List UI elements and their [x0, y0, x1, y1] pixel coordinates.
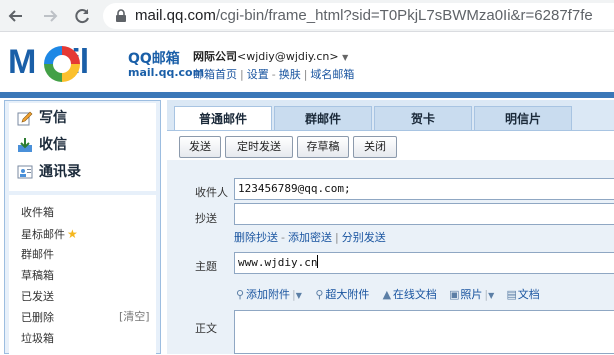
link-mail-home[interactable]: 邮箱首页: [193, 68, 237, 81]
qqmail-logo[interactable]: Mil QQ邮箱 mail.qq.com: [8, 42, 204, 86]
close-button[interactable]: 关闭: [353, 136, 397, 158]
attachment-toolbar: ⚲ 添加附件 |▼ ⚲ 超大附件 ▲ 在线文档 ▣照片 |▼ ▤文档: [234, 286, 548, 304]
chevron-down-icon: ▼: [295, 291, 302, 300]
pencil-icon: [17, 111, 33, 126]
logo-brand: QQ邮箱: [128, 51, 180, 67]
link-settings[interactable]: 设置: [247, 68, 269, 81]
address-bar[interactable]: mail.qq.com/cgi-bin/frame_html?sid=T0Pkj…: [103, 3, 614, 29]
header-links: 邮箱首页 | 设置 - 换肤 | 域名邮箱: [193, 68, 355, 81]
tab-group-mail[interactable]: 群邮件: [274, 106, 372, 130]
compose-tabs: 普通邮件 群邮件 贺卡 明信片: [167, 100, 614, 130]
sidebar-main-nav: 写信 收信 通讯录: [9, 103, 156, 191]
large-clip-icon: ⚲: [315, 288, 324, 301]
remove-cc-link[interactable]: 删除抄送: [234, 231, 278, 244]
to-label: 收件人: [195, 186, 228, 199]
folder-drafts[interactable]: 草稿箱: [21, 266, 54, 286]
folder-group[interactable]: 群邮件: [21, 245, 54, 265]
compose-form: 收件人 123456789@qq.com; 抄送 删除抄送 - 添加密送 | 分别发送 …: [167, 160, 614, 354]
photo-icon: ▣: [449, 288, 460, 301]
document-icon: ▤: [506, 288, 517, 301]
forward-arrow-icon[interactable]: [40, 6, 60, 26]
folder-list: 收件箱 星标邮件 ★ 群邮件 草稿箱 已发送 已删除 垃圾箱 [清空]: [9, 195, 156, 355]
sidebar: 写信 收信 通讯录 收件箱 星标邮件 ★ 群邮件 草稿箱 已发送 已删除 垃圾箱 …: [4, 100, 161, 355]
back-arrow-icon[interactable]: [6, 6, 26, 26]
tab-normal-mail[interactable]: 普通邮件: [174, 106, 272, 130]
sidebar-item-label: 收信: [39, 137, 67, 153]
tab-greeting-card[interactable]: 贺卡: [374, 106, 472, 130]
cc-field[interactable]: [234, 203, 614, 225]
account-email: <wjdiy@wjdiy.cn>: [237, 50, 339, 63]
separate-send-link[interactable]: 分别发送: [342, 231, 386, 244]
inbox-download-icon: [18, 138, 32, 152]
folder-sent[interactable]: 已发送: [21, 287, 54, 307]
sidebar-item-label: 写信: [39, 110, 67, 126]
save-draft-button[interactable]: 存草稿: [297, 136, 349, 158]
folder-spam[interactable]: 垃圾箱: [21, 329, 54, 349]
folder-starred[interactable]: 星标邮件 ★: [21, 224, 78, 244]
online-doc-button[interactable]: ▲ 在线文档: [381, 286, 437, 302]
body-editor[interactable]: [234, 310, 614, 354]
photo-button[interactable]: ▣照片 |▼: [448, 286, 494, 302]
url-text: mail.qq.com/cgi-bin/frame_html?sid=T0Pkj…: [135, 7, 593, 24]
sidebar-item-label: 通讯录: [39, 164, 81, 180]
body-label: 正文: [195, 322, 217, 335]
add-bcc-link[interactable]: 添加密送: [288, 231, 332, 244]
text-cursor: [317, 255, 319, 268]
to-field[interactable]: 123456789@qq.com;: [234, 178, 614, 200]
subject-value: www.wjdiy.cn: [238, 256, 318, 269]
subject-label: 主题: [195, 260, 217, 273]
lock-icon: [116, 9, 126, 22]
timed-send-button[interactable]: 定时发送: [225, 136, 293, 158]
link-domain-mail[interactable]: 域名邮箱: [310, 68, 354, 81]
large-attachment-button[interactable]: ⚲ 超大附件: [313, 286, 369, 302]
cloud-doc-icon: ▲: [382, 288, 392, 301]
compose-toolbar: 发送 定时发送 存草稿 关闭: [167, 130, 614, 160]
reload-icon[interactable]: [72, 6, 92, 26]
chevron-down-icon: ▼: [342, 53, 349, 62]
subject-field[interactable]: www.wjdiy.cn: [234, 252, 614, 274]
tab-postcard[interactable]: 明信片: [474, 106, 572, 130]
logo-ring-icon: [44, 46, 80, 82]
document-button[interactable]: ▤文档: [506, 286, 540, 302]
browser-toolbar: mail.qq.com/cgi-bin/frame_html?sid=T0Pkj…: [0, 0, 614, 32]
folder-label: 星标邮件: [21, 228, 65, 241]
account-company: 网际公司: [193, 50, 237, 63]
cc-options: 删除抄送 - 添加密送 | 分别发送: [234, 231, 386, 244]
clear-deleted-button[interactable]: [清空]: [119, 308, 150, 324]
link-skin[interactable]: 换肤: [279, 68, 301, 81]
account-switcher[interactable]: 网际公司<wjdiy@wjdiy.cn> ▼: [193, 48, 348, 64]
contacts-card-icon: [17, 165, 33, 179]
add-attachment-button[interactable]: ⚲ 添加附件 |▼: [234, 286, 302, 302]
cc-label: 抄送: [195, 212, 217, 225]
paperclip-icon: ⚲: [235, 288, 245, 301]
chevron-down-icon: ▼: [488, 291, 495, 300]
header-divider: [0, 92, 614, 98]
folder-inbox[interactable]: 收件箱: [21, 203, 54, 223]
star-icon: ★: [67, 227, 78, 241]
folder-deleted[interactable]: 已删除: [21, 308, 54, 328]
send-button[interactable]: 发送: [179, 136, 221, 158]
